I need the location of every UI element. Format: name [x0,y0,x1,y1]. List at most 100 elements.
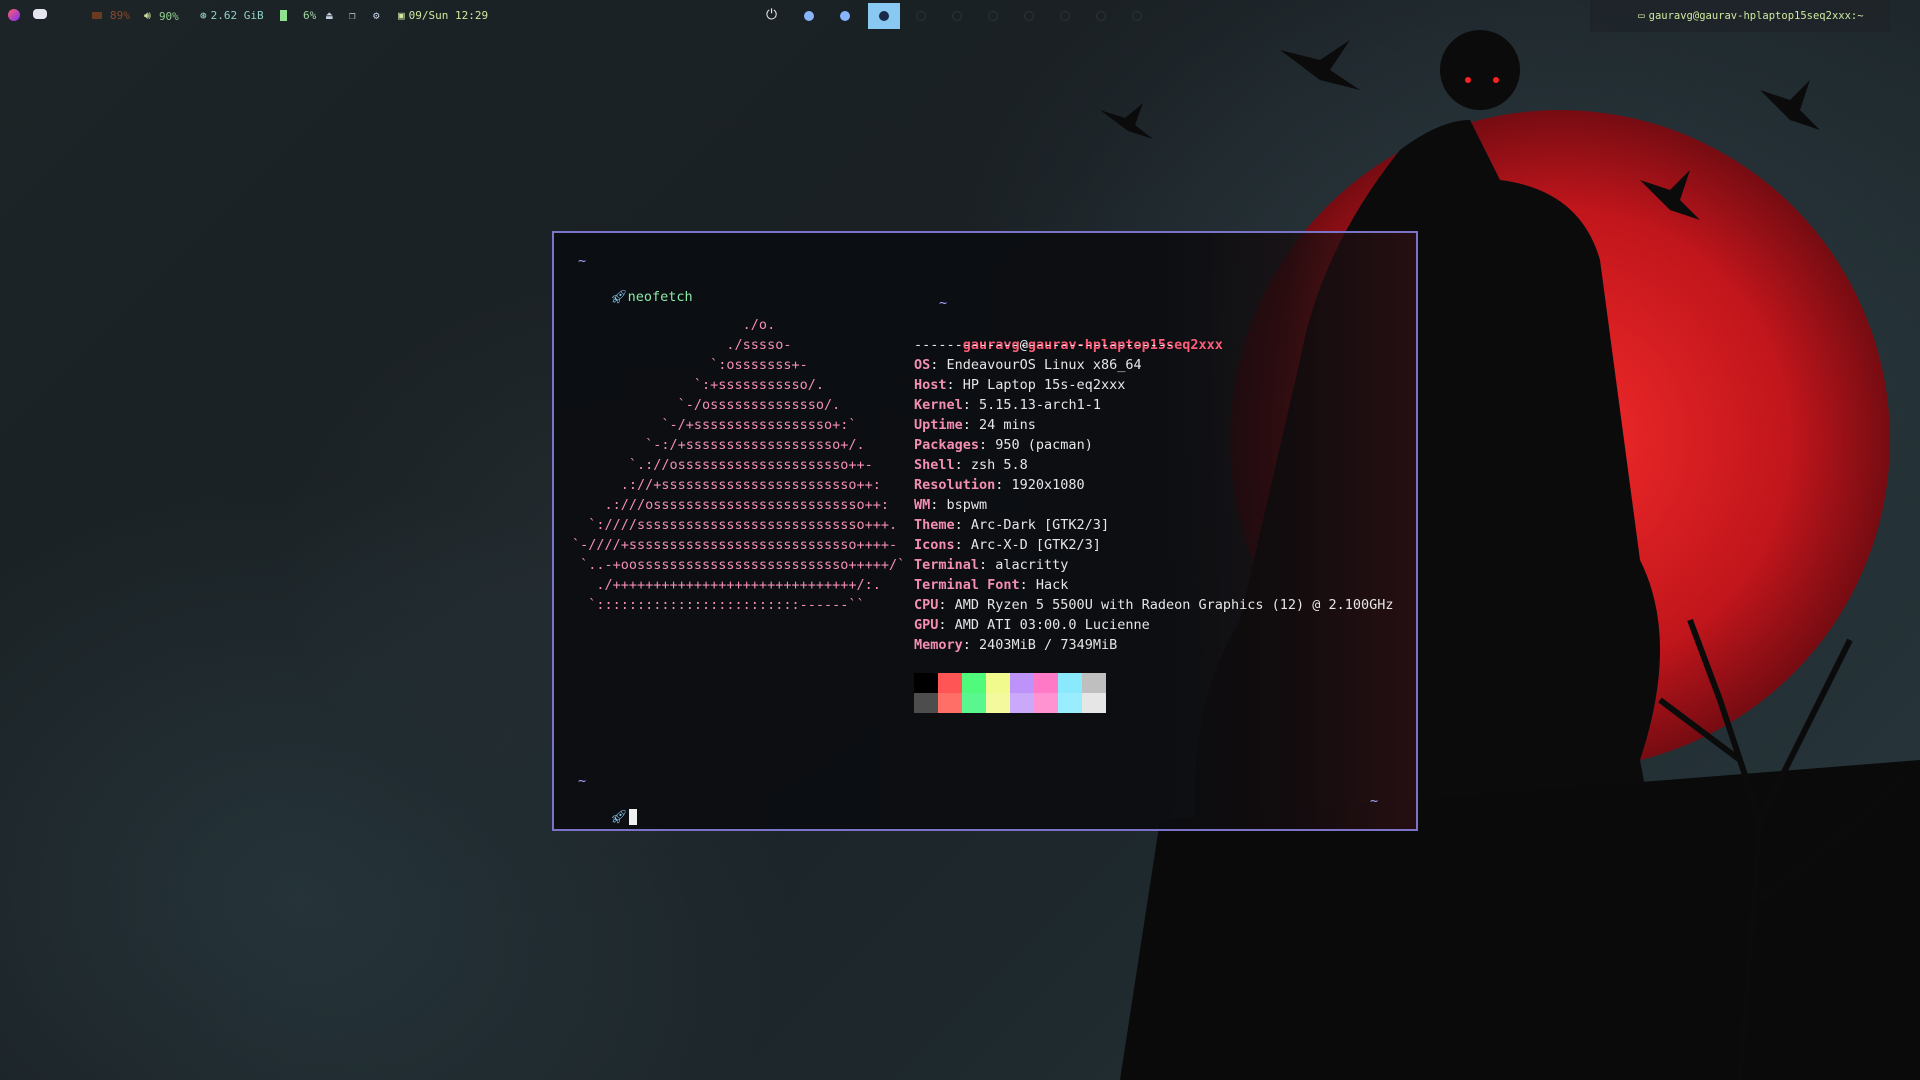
volume-indicator[interactable]: 🔊︎ 90% [144,9,179,23]
eject-icon[interactable]: ⏏ [326,9,333,22]
info-value: : Arc-Dark [GTK2/3] [954,517,1110,533]
memory-icon: ⊛ [200,9,207,22]
info-row-cpu: CPU: AMD Ryzen 5 5500U with Radeon Graph… [914,595,1394,615]
palette-swatch [914,673,938,693]
info-key: Terminal [914,557,980,573]
ascii-line: `-////+ssssssssssssssssssssssssssso++++- [572,537,898,553]
info-key: Terminal Font [914,577,1020,593]
workspace-3-active[interactable] [868,3,900,29]
info-row-icons: Icons: Arc-X-D [GTK2/3] [914,535,1394,555]
info-row-terminal-font: Terminal Font: Hack [914,575,1394,595]
palette-swatch [962,673,986,693]
info-row-gpu: GPU: AMD ATI 03:00.0 Lucienne [914,615,1394,635]
info-row-resolution: Resolution: 1920x1080 [914,475,1394,495]
palette-swatch [1058,673,1082,693]
prompt-line[interactable]: 🚀︎ [578,793,637,841]
terminal-window[interactable]: ~ 🚀︎neofetch ./o. ./sssso- `:osssssss+- … [552,231,1418,831]
ascii-line: `:////ssssssssssssssssssssssssssso+++. [572,517,898,533]
ascii-line: `.://osssssssssssssssssssso++- [572,457,873,473]
workspace-empty-icon [1024,11,1034,21]
info-key: Uptime [914,417,963,433]
workspace-5[interactable] [944,3,970,29]
power-icon[interactable]: ⏻ [766,7,777,23]
ascii-line: ./o. [572,317,776,333]
workspace-10[interactable] [1124,3,1150,29]
info-value: : 2403MiB / 7349MiB [962,637,1118,653]
separator: -------------------------------- [914,337,1175,353]
palette-swatch [914,693,938,713]
info-value: : Arc-X-D [GTK2/3] [954,537,1101,553]
info-key: Shell [914,457,955,473]
battery-label: 6% [303,9,317,22]
palette-swatch [938,693,962,713]
info-tilde: ~ [939,295,948,311]
info-key: WM [914,497,931,513]
ascii-logo: ./o. ./sssso- `:osssssss+- `:+ssssssssss… [572,315,905,615]
cpu-indicator: 89% [92,9,130,22]
workspace-9[interactable] [1088,3,1114,29]
workspace-8[interactable] [1052,3,1078,29]
rocket-icon: 🚀︎ [610,289,628,305]
settings-icon[interactable]: ⚙ [373,9,380,22]
date-indicator: ▣ 09/Sun 12:29 [398,9,488,22]
info-row-wm: WM: bspwm [914,495,1394,515]
palette-swatch [1010,673,1034,693]
palette-swatch [986,673,1010,693]
info-value: : 24 mins [962,417,1036,433]
palette-swatch [1058,693,1082,713]
cpu-icon [92,12,102,19]
ascii-line: `..-+oossssssssssssssssssssssssso+++++/` [572,557,906,573]
info-value: : 950 (pacman) [979,437,1093,453]
palette-swatch [938,673,962,693]
workspace-empty-icon [1096,11,1106,21]
info-key: GPU [914,617,939,633]
ascii-line: `-/ossssssssssssso/. [572,397,841,413]
ascii-line: `-/+sssssssssssssssso+:` [572,417,857,433]
info-key: Packages [914,437,980,453]
ascii-line: .:///ossssssssssssssssssssssssso++: [572,497,889,513]
info-key: Theme [914,517,955,533]
info-row-host: Host: HP Laptop 15s-eq2xxx [914,375,1394,395]
info-row-terminal: Terminal: alacritty [914,555,1394,575]
discord-icon[interactable] [33,9,47,19]
workspace-7[interactable] [1016,3,1042,29]
command-line: 🚀︎neofetch [578,273,693,321]
workspace-2[interactable] [832,3,858,29]
window-title[interactable]: ▭ gauravg@gaurav-hplaptop15seq2xxx:~ [1638,9,1864,22]
copy-icon[interactable]: ❐ [349,9,356,22]
user-host-line: gauravg@gaurav-hplaptop15seq2xxx [914,315,1394,353]
ram-label: 2.62 GiB [210,9,264,22]
battery-icon [280,10,287,21]
color-palette [914,673,1106,713]
info-value: : AMD ATI 03:00.0 Lucienne [938,617,1150,633]
window-title-label: gauravg@gaurav-hplaptop15seq2xxx:~ [1648,9,1864,22]
info-row-os: OS: EndeavourOS Linux x86_64 [914,355,1394,375]
palette-swatch [1082,693,1106,713]
info-key: OS [914,357,931,373]
date-label: 09/Sun 12:29 [408,9,489,22]
workspace-4[interactable] [908,3,934,29]
workspace-6[interactable] [980,3,1006,29]
app-launcher-icon[interactable] [8,9,20,21]
workspace-empty-icon [988,11,998,21]
ascii-line: `:+sssssssssso/. [572,377,824,393]
ascii-line: .://+ssssssssssssssssssssssso++: [572,477,881,493]
cpu-label: 89% [110,9,130,22]
palette-swatch [1034,693,1058,713]
prompt-tilde: ~ [578,773,587,789]
window-icon: ▭ [1638,9,1645,22]
prompt-tilde: ~ [578,253,587,269]
info-key: Host [914,377,947,393]
ascii-line: ./sssso- [572,337,792,353]
top-bar: 89% 🔊︎ 90% ⊛ 2.62 GiB 6% ⏏ ❐ ⚙ ▣ 09/Sun … [0,0,1920,32]
info-key: Memory [914,637,963,653]
info-row-theme: Theme: Arc-Dark [GTK2/3] [914,515,1394,535]
workspace-1[interactable] [796,3,822,29]
palette-swatch [1010,693,1034,713]
info-row-packages: Packages: 950 (pacman) [914,435,1394,455]
volume-label: 90% [158,9,179,23]
calendar-icon: ▣ [398,9,405,22]
info-row-shell: Shell: zsh 5.8 [914,455,1394,475]
workspace-empty-icon [916,11,926,21]
info-row-uptime: Uptime: 24 mins [914,415,1394,435]
